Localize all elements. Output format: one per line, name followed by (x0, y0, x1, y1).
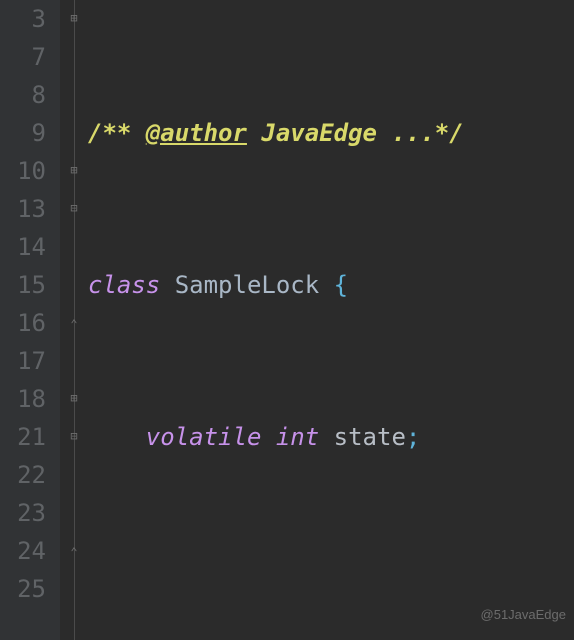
fold-end-icon: ⌃ (67, 318, 81, 332)
semicolon: ; (406, 423, 420, 451)
line-number: 18 (0, 380, 46, 418)
line-number: 9 (0, 114, 46, 152)
class-name: SampleLock (175, 271, 320, 299)
brace: { (319, 271, 348, 299)
fold-expand-icon[interactable]: ⊞ (67, 392, 81, 406)
fold-gutter: ⊞ ⊞ ⊟ ⌃ ⊞ ⊟ ⌃ (60, 0, 88, 640)
doc-comment: JavaEdge ...*/ (247, 119, 464, 147)
code-line[interactable]: /** @author JavaEdge ...*/ (88, 114, 574, 152)
field-name: state (334, 423, 406, 451)
fold-expand-icon[interactable]: ⊞ (67, 164, 81, 178)
line-number-gutter: 3 7 8 9 10 13 14 15 16 17 18 21 22 23 24… (0, 0, 60, 640)
code-line[interactable]: volatile int state; (88, 418, 574, 456)
line-number: 10 (0, 152, 46, 190)
line-number: 24 (0, 532, 46, 570)
line-number: 3 (0, 0, 46, 38)
fold-collapse-icon[interactable]: ⊟ (67, 430, 81, 444)
code-editor[interactable]: 3 7 8 9 10 13 14 15 16 17 18 21 22 23 24… (0, 0, 574, 640)
line-number: 21 (0, 418, 46, 456)
fold-expand-icon[interactable]: ⊞ (67, 12, 81, 26)
fold-collapse-icon[interactable]: ⊟ (67, 202, 81, 216)
watermark-text: @51JavaEdge (481, 596, 566, 634)
fold-end-icon: ⌃ (67, 546, 81, 560)
line-number: 16 (0, 304, 46, 342)
line-number: 23 (0, 494, 46, 532)
line-number: 15 (0, 266, 46, 304)
line-number: 13 (0, 190, 46, 228)
doc-tag: @author (146, 119, 247, 147)
doc-comment: /** (88, 119, 146, 147)
line-number: 14 (0, 228, 46, 266)
line-number: 22 (0, 456, 46, 494)
line-number: 25 (0, 570, 46, 608)
line-number: 7 (0, 38, 46, 76)
line-number: 17 (0, 342, 46, 380)
code-area[interactable]: /** @author JavaEdge ...*/ class SampleL… (88, 0, 574, 640)
line-number: 8 (0, 76, 46, 114)
code-line[interactable]: class SampleLock { (88, 266, 574, 304)
keyword: class (88, 271, 175, 299)
keyword: volatile int (146, 423, 334, 451)
